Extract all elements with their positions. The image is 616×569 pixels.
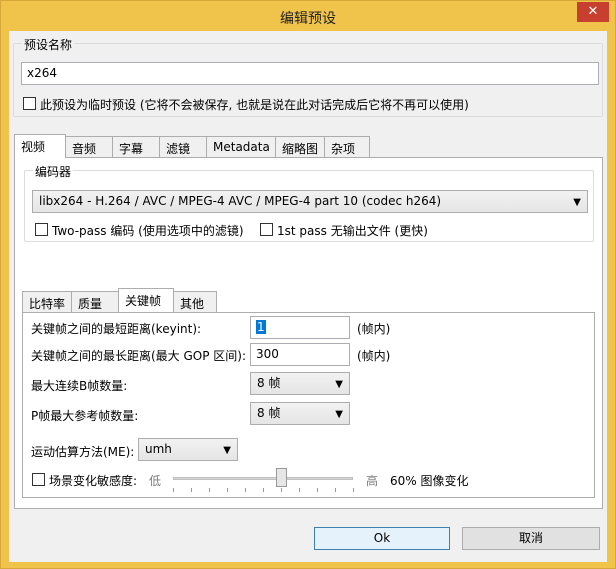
slider-tick [173,488,174,492]
refs-select-value: 8 帧 [257,406,281,420]
max-keyint-label: 关键帧之间的最长距离(最大 GOP 区间): [31,349,247,363]
tab-thumbnails[interactable]: 缩略图 [275,136,325,157]
temp-preset-label: 此预设为临时预设 (它将不会被保存, 也就是说在此对话完成后它将不再可以使用) [40,98,469,112]
tab-audio[interactable]: 音频 [65,136,113,157]
preset-name-input[interactable]: x264 [21,62,599,85]
bframes-label: 最大连续B帧数量: [31,379,128,393]
slider-tick [227,488,228,492]
close-icon[interactable]: ✕ [577,2,609,22]
slider-tick [281,488,282,492]
min-keyint-input[interactable]: 1 [250,316,350,339]
chevron-down-icon: ▼ [335,379,343,390]
max-keyint-input[interactable]: 300 [250,343,350,366]
max-keyint-unit: (帧内) [357,349,391,363]
video-tab-panel: 编码器 libx264 - H.264 / AVC / MPEG-4 AVC /… [14,157,603,509]
slider-tick [263,488,264,492]
subtab-other[interactable]: 其他 [173,291,217,312]
bframes-select-value: 8 帧 [257,376,281,390]
firstpass-checkbox[interactable] [260,223,273,236]
refs-label: P帧最大参考帧数量: [31,409,139,423]
tab-video[interactable]: 视频 [14,134,66,158]
slider-tick [353,488,354,492]
scenecut-checkbox[interactable] [32,473,45,486]
chevron-down-icon: ▼ [223,445,231,456]
cancel-button[interactable]: 取消 [462,527,600,550]
ok-button[interactable]: Ok [314,527,450,550]
scenecut-label: 场景变化敏感度: [49,474,138,488]
encoder-legend: 编码器 [33,163,74,180]
slider-tick [335,488,336,492]
firstpass-label: 1st pass 无输出文件 (更快) [277,224,428,238]
subtab-keyframes[interactable]: 关键帧 [118,288,174,312]
min-keyint-unit: (帧内) [357,322,391,336]
tab-filters[interactable]: 滤镜 [159,136,207,157]
scenecut-slider-thumb[interactable] [276,468,287,487]
temp-preset-checkbox[interactable] [23,97,36,110]
slider-low-label: 低 [149,474,162,488]
min-keyint-value: 1 [256,320,266,334]
me-select[interactable]: umh ▼ [138,438,238,461]
encoder-group: 编码器 libx264 - H.264 / AVC / MPEG-4 AVC /… [24,163,594,242]
twopass-checkbox[interactable] [35,223,48,236]
codec-select[interactable]: libx264 - H.264 / AVC / MPEG-4 AVC / MPE… [32,190,588,213]
window-title: 编辑预设 [280,11,336,27]
title-bar: 编辑预设 ✕ [1,1,615,31]
me-label: 运动估算方法(ME): [31,445,135,459]
tab-subtitles[interactable]: 字幕 [112,136,160,157]
refs-select[interactable]: 8 帧 ▼ [250,402,350,425]
slider-tick [299,488,300,492]
slider-tick [209,488,210,492]
subtab-quality[interactable]: 质量 [71,291,119,312]
subtab-bitrate[interactable]: 比特率 [22,291,72,312]
preset-name-group: 预设名称 x264 此预设为临时预设 (它将不会被保存, 也就是说在此对话完成后… [13,36,603,117]
tab-metadata[interactable]: Metadata [206,136,276,157]
keyframes-panel: 关键帧之间的最短距离(keyint): 1 (帧内) 关键帧之间的最长距离(最大… [22,312,595,498]
me-select-value: umh [145,442,172,456]
slider-tick [191,488,192,492]
bframes-select[interactable]: 8 帧 ▼ [250,372,350,395]
slider-tick [245,488,246,492]
scenecut-slider-track[interactable] [173,477,353,480]
codec-select-value: libx264 - H.264 / AVC / MPEG-4 AVC / MPE… [39,194,442,208]
tab-misc[interactable]: 杂项 [324,136,370,157]
chevron-down-icon: ▼ [573,197,581,208]
dialog-body: 预设名称 x264 此预设为临时预设 (它将不会被保存, 也就是说在此对话完成后… [9,31,607,562]
min-keyint-label: 关键帧之间的最短距离(keyint): [31,322,202,336]
preset-name-legend: 预设名称 [22,36,75,53]
chevron-down-icon: ▼ [335,409,343,420]
dialog-window: 编辑预设 ✕ 预设名称 x264 此预设为临时预设 (它将不会被保存, 也就是说… [0,0,616,569]
slider-high-label: 高 [366,474,379,488]
slider-tick [317,488,318,492]
scenecut-value: 60% 图像变化 [390,474,469,488]
twopass-label: Two-pass 编码 (使用选项中的滤镜) [52,224,244,238]
